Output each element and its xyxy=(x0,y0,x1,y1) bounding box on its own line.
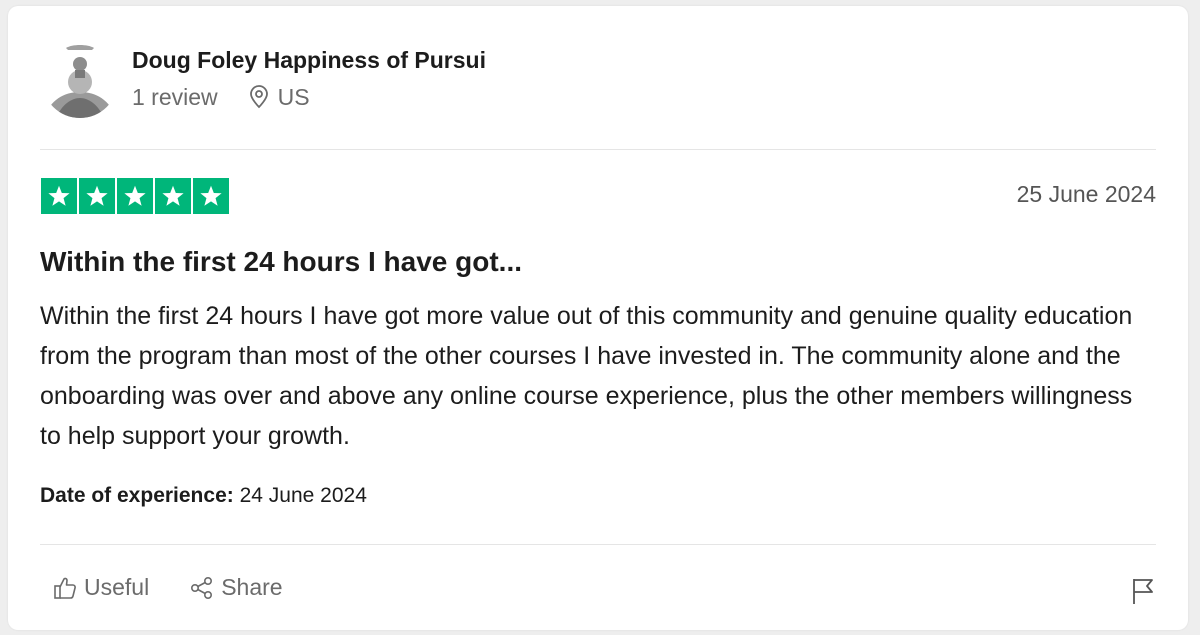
thumbs-up-icon xyxy=(54,577,76,599)
reviewer-meta: 1 review US xyxy=(132,84,486,111)
reviewer-info: Doug Foley Happiness of Pursui 1 review … xyxy=(132,47,486,111)
star-icon xyxy=(117,178,153,214)
avatar[interactable] xyxy=(42,42,118,118)
reviewer-header: Doug Foley Happiness of Pursui 1 review … xyxy=(42,42,486,118)
report-flag-button[interactable] xyxy=(1130,576,1156,611)
reviewer-country: US xyxy=(277,83,310,110)
reviewer-location: US xyxy=(248,84,310,111)
location-pin-icon xyxy=(249,85,268,109)
star-icon xyxy=(79,178,115,214)
avatar-photo xyxy=(42,42,118,118)
footer-divider xyxy=(40,544,1156,545)
reviewer-name[interactable]: Doug Foley Happiness of Pursui xyxy=(132,46,486,74)
star-rating xyxy=(41,178,229,214)
useful-label: Useful xyxy=(84,574,150,600)
useful-button[interactable]: Useful xyxy=(52,574,149,601)
star-icon xyxy=(155,178,191,214)
share-label: Share xyxy=(221,574,283,600)
review-body: Within the first 24 hours I have got mor… xyxy=(40,302,1133,450)
header-divider xyxy=(40,149,1156,150)
review-date: 25 June 2024 xyxy=(1016,181,1156,207)
review-count: 1 review xyxy=(132,83,218,110)
review-title[interactable]: Within the first 24 hours I have got... xyxy=(40,246,522,278)
experience-date: 24 June 2024 xyxy=(239,484,367,507)
star-icon xyxy=(193,178,229,214)
share-button[interactable]: Share xyxy=(189,574,283,601)
experience-label: Date of experience: xyxy=(40,484,234,507)
review-actions: Useful Share xyxy=(52,574,283,601)
date-of-experience: Date of experience: 24 June 2024 xyxy=(40,484,367,508)
share-icon xyxy=(191,576,213,599)
flag-icon xyxy=(1133,579,1153,604)
star-icon xyxy=(41,178,77,214)
review-card: Doug Foley Happiness of Pursui 1 review … xyxy=(8,6,1188,630)
